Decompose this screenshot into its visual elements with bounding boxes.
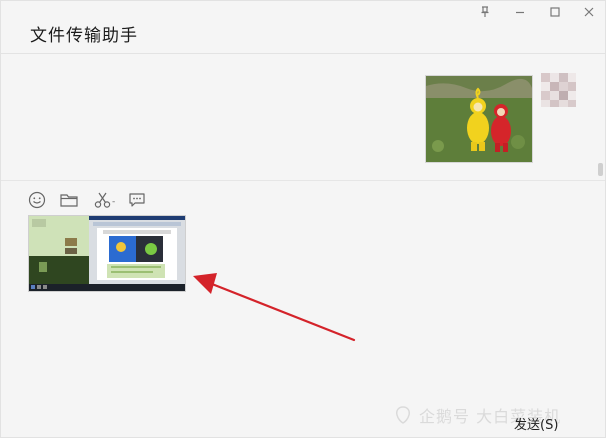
chat-window: 文件传输助手 - 企鹅号 大白菜装机 发送(S) <box>0 0 606 438</box>
close-button[interactable] <box>578 3 600 21</box>
title-bar: 文件传输助手 <box>1 1 605 54</box>
chat-history-button[interactable] <box>125 189 149 211</box>
maximize-icon <box>550 7 560 17</box>
message-input[interactable] <box>1 215 605 405</box>
folder-icon <box>60 194 78 207</box>
screenshot-button[interactable]: - <box>91 189 121 211</box>
chat-title: 文件传输助手 <box>30 26 138 46</box>
maximize-button[interactable] <box>544 3 566 21</box>
send-file-button[interactable] <box>57 189 81 211</box>
scissors-icon: - <box>94 192 115 208</box>
emoji-icon <box>28 191 46 209</box>
desktop-screenshot <box>29 216 185 291</box>
pin-button[interactable] <box>474 3 496 21</box>
minimize-button[interactable] <box>509 3 531 21</box>
emoji-button[interactable] <box>25 189 49 211</box>
divider <box>1 180 605 181</box>
watermark-logo-icon <box>396 406 410 424</box>
screenshot-dropdown: - <box>112 197 115 207</box>
send-button[interactable]: 发送(S) <box>510 413 562 433</box>
chat-bubble-icon <box>129 193 145 207</box>
close-icon <box>584 7 594 17</box>
avatar[interactable] <box>541 73 576 107</box>
scrollbar-thumb[interactable] <box>598 163 603 176</box>
teletubbies-photo <box>426 76 532 162</box>
pasted-image[interactable] <box>28 215 186 292</box>
image-message[interactable] <box>425 75 533 163</box>
pin-icon <box>481 6 489 17</box>
pixelated-avatar <box>541 73 576 107</box>
minimize-icon <box>516 11 524 14</box>
message-list[interactable] <box>1 54 605 180</box>
